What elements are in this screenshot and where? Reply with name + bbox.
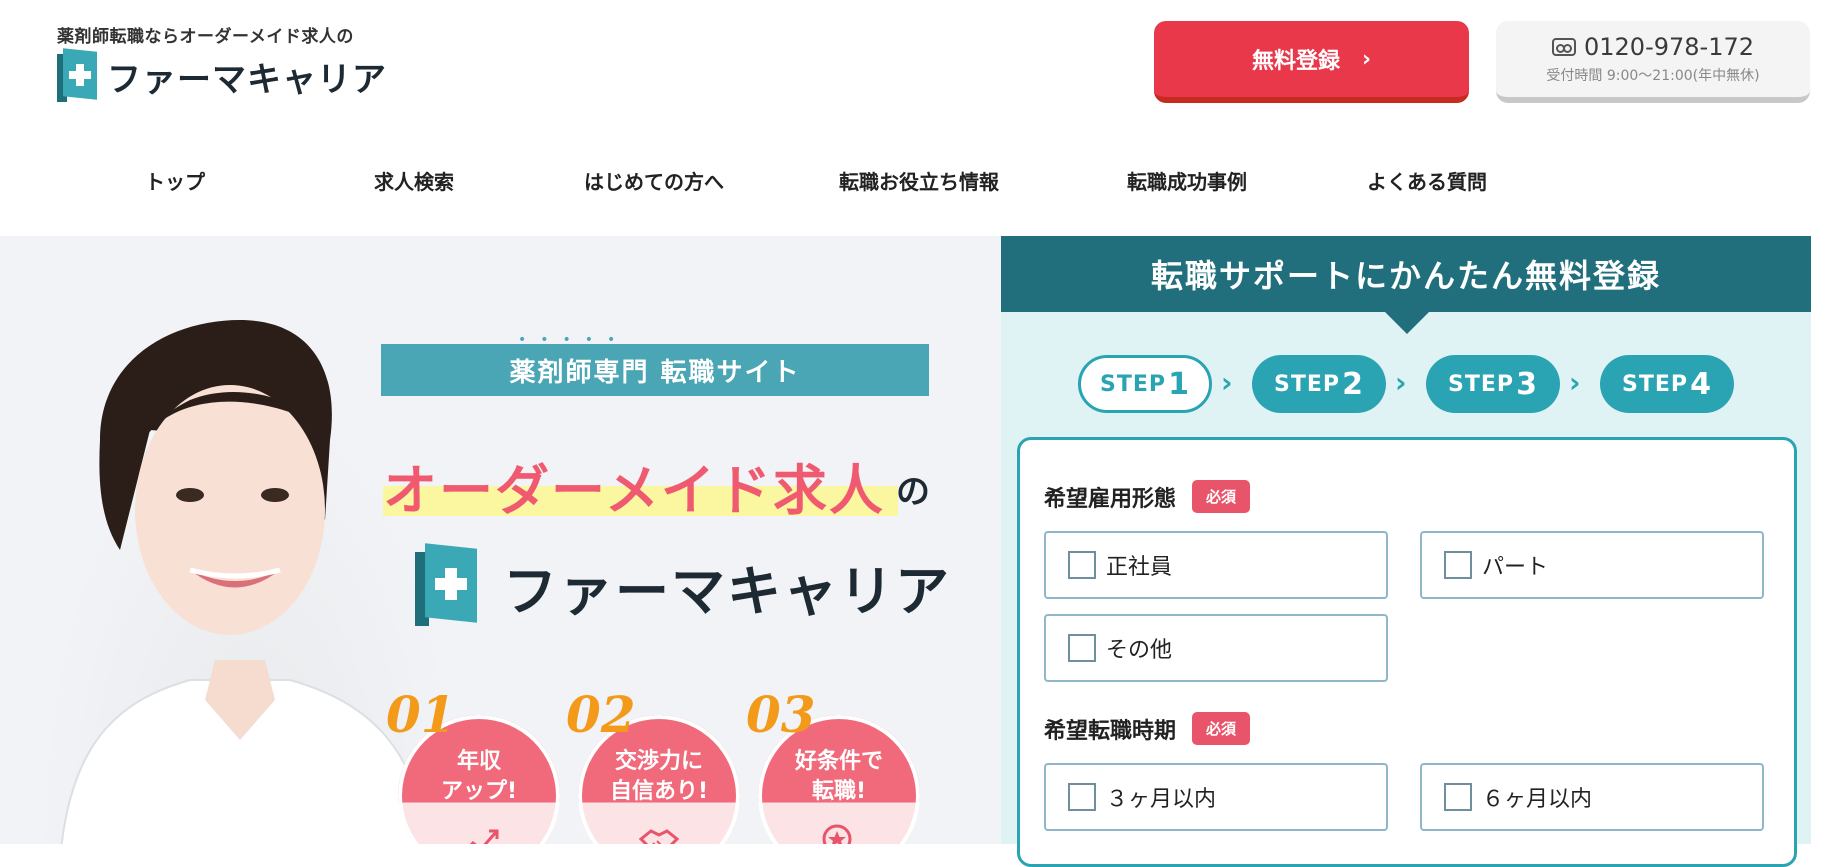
hero-logo-text: ファーマキャリア <box>503 559 951 623</box>
step-4[interactable]: STEP 4 <box>1600 355 1734 413</box>
free-register-button[interactable]: 無料登録 › <box>1154 21 1469 103</box>
feature-line: 年収 <box>456 749 501 774</box>
search-star-icon <box>822 824 852 844</box>
logo-cross-icon <box>57 48 97 102</box>
hero-banner: ••••• 薬剤師専門 転職サイト オーダーメイド求人 の ファーマキャリア 0… <box>0 236 1001 844</box>
chevron-right-icon: › <box>1395 366 1407 399</box>
phone-hours: 受付時間 9:00〜21:00(年中無休) <box>1546 68 1760 84</box>
logo-text: ファーマキャリア <box>107 59 387 100</box>
site-logo[interactable]: ファーマキャリア <box>57 48 387 102</box>
feature-line: アップ! <box>440 779 518 804</box>
feature-number: 01 <box>386 685 456 744</box>
checkbox[interactable] <box>1444 551 1472 579</box>
step-1[interactable]: STEP 1 <box>1078 355 1212 413</box>
handshake-icon <box>638 829 680 844</box>
option-full-time[interactable]: 正社員 <box>1044 531 1388 599</box>
hero-catchphrase: オーダーメイド求人 <box>383 459 885 522</box>
chevron-right-icon: › <box>1569 366 1581 399</box>
feature-line: 好条件で <box>794 749 883 774</box>
nav-item-top[interactable]: トップ <box>145 166 205 195</box>
feature-line: 転職! <box>811 779 867 804</box>
step-3[interactable]: STEP 3 <box>1426 355 1560 413</box>
logo-tagline: 薬剤師転職ならオーダーメイド求人の <box>57 27 354 47</box>
checkbox[interactable] <box>1068 783 1096 811</box>
transfer-timing-label: 希望転職時期 必須 <box>1044 712 1251 745</box>
feature-line: 交渉力に <box>614 749 703 774</box>
option-within-3-months[interactable]: ３ヶ月以内 <box>1044 763 1388 831</box>
nav-item-career-info[interactable]: 転職お役立ち情報 <box>839 166 999 195</box>
checkbox[interactable] <box>1444 783 1472 811</box>
checkbox[interactable] <box>1068 551 1096 579</box>
phone-number: 0120-978-172 <box>1583 33 1754 61</box>
hero-site-label: 薬剤師専門 転職サイト <box>381 344 929 396</box>
panel-title-pointer <box>1385 312 1429 334</box>
nav-item-job-search[interactable]: 求人検索 <box>374 166 454 195</box>
employment-type-label: 希望雇用形態 必須 <box>1044 480 1251 513</box>
feature-number: 02 <box>566 685 636 744</box>
registration-form: 希望雇用形態 必須 正社員 パート その他 希望転職時期 必須 ３ヶ月以内 ６ヶ… <box>1017 437 1797 867</box>
site-header: 薬剤師転職ならオーダーメイド求人の ファーマキャリア 無料登録 › 0120-9… <box>0 0 1846 236</box>
chart-up-icon <box>469 829 499 844</box>
register-label: 無料登録 <box>1251 49 1340 74</box>
option-other[interactable]: その他 <box>1044 614 1388 682</box>
feature-line: 自信あり! <box>609 779 709 804</box>
chevron-right-icon: › <box>1361 46 1372 72</box>
nav-item-success-stories[interactable]: 転職成功事例 <box>1127 166 1247 195</box>
main-nav: トップ 求人検索 はじめての方へ 転職お役立ち情報 転職成功事例 よくある質問 <box>0 166 1620 206</box>
hero-catch-particle: の <box>896 472 930 512</box>
required-badge: 必須 <box>1192 480 1251 513</box>
step-2[interactable]: STEP 2 <box>1252 355 1386 413</box>
option-part-time[interactable]: パート <box>1420 531 1764 599</box>
checkbox[interactable] <box>1068 634 1096 662</box>
phone-contact[interactable]: 0120-978-172 受付時間 9:00〜21:00(年中無休) <box>1496 21 1810 103</box>
hero-logo: ファーマキャリア <box>415 543 951 626</box>
feature-number: 03 <box>746 685 816 744</box>
panel-title: 転職サポートにかんたん無料登録 <box>1001 236 1811 312</box>
nav-item-faq[interactable]: よくある質問 <box>1367 166 1487 195</box>
chevron-right-icon: › <box>1221 366 1233 399</box>
phone-icon <box>1551 38 1576 56</box>
logo-cross-icon <box>415 543 477 626</box>
nav-item-beginners[interactable]: はじめての方へ <box>584 166 724 195</box>
required-badge: 必須 <box>1192 712 1251 745</box>
option-within-6-months[interactable]: ６ヶ月以内 <box>1420 763 1764 831</box>
pharmacist-woman-image <box>60 320 430 844</box>
registration-panel: 転職サポートにかんたん無料登録 STEP 1 › STEP 2 › STEP 3 › … <box>1001 236 1811 867</box>
